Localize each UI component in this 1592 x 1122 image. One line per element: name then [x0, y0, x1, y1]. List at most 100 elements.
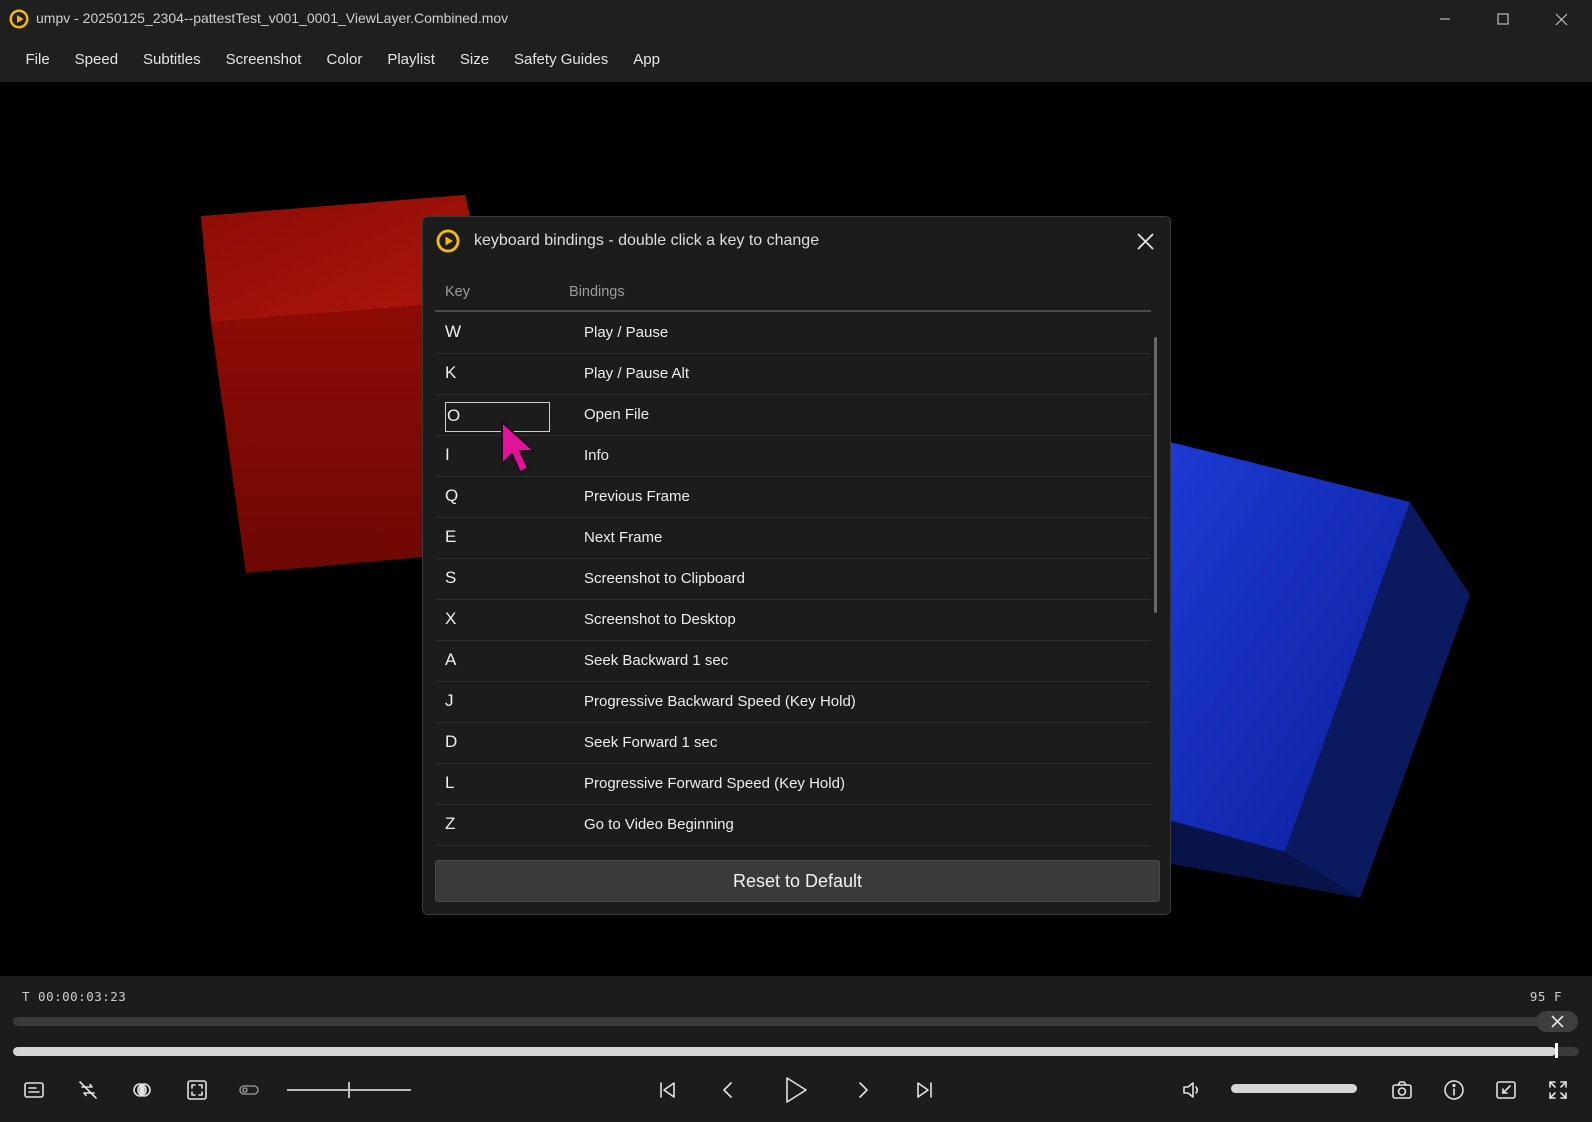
seek-bar-fill [13, 1047, 1556, 1056]
play-circle-icon [436, 229, 460, 253]
chevron-left-icon [723, 1082, 732, 1098]
color-blend-icon [133, 1083, 151, 1097]
menu-safety-guides[interactable]: Safety Guides [502, 38, 621, 82]
maximize-button[interactable] [1474, 0, 1532, 38]
dialog-close-button[interactable] [1130, 226, 1160, 256]
table-row[interactable]: Q Previous Frame [435, 477, 1151, 518]
timecode: T 00:00:03:23 [22, 989, 127, 1004]
key-cell[interactable]: I [445, 445, 450, 465]
binding-cell: Seek Backward 1 sec [584, 652, 729, 669]
toggle-button[interactable] [232, 1073, 266, 1107]
bindings-table-header: Key Bindings [435, 279, 1151, 312]
table-row[interactable]: I Info [435, 436, 1151, 477]
fit-frame-button[interactable] [180, 1073, 214, 1107]
seek-handle[interactable] [1555, 1043, 1558, 1058]
subtitles-button[interactable] [17, 1073, 51, 1107]
camera-icon [1392, 1081, 1412, 1099]
menu-size[interactable]: Size [447, 38, 501, 82]
volume-button[interactable] [1175, 1073, 1209, 1107]
column-header-key: Key [445, 284, 470, 300]
loop-off-button[interactable] [71, 1073, 105, 1107]
fullscreen-icon [1549, 1081, 1567, 1099]
key-cell[interactable]: E [445, 527, 456, 547]
frame-number: 95 F [1529, 989, 1562, 1004]
keyboard-bindings-dialog: keyboard bindings - double click a key t… [422, 216, 1171, 915]
play-button[interactable] [774, 1069, 816, 1111]
menu-color[interactable]: Color [314, 38, 375, 82]
screenshot-button[interactable] [1385, 1073, 1419, 1107]
title-bar: umpv - 20250125_2304--pattestTest_v001_0… [0, 0, 1592, 38]
dialog-title: keyboard bindings - double click a key t… [474, 232, 820, 249]
table-row[interactable]: D Seek Forward 1 sec [435, 723, 1151, 764]
key-cell[interactable]: J [445, 691, 454, 711]
info-icon [1444, 1080, 1464, 1100]
minimize-button[interactable] [1416, 0, 1474, 38]
table-row[interactable]: W Play / Pause [435, 313, 1151, 354]
menu-subtitles[interactable]: Subtitles [131, 38, 214, 82]
key-cell[interactable]: W [445, 322, 461, 342]
play-circle-icon [9, 9, 29, 29]
binding-cell: Info [584, 447, 610, 464]
key-cell[interactable]: X [445, 609, 456, 629]
toggle-icon [239, 1085, 259, 1095]
key-cell[interactable]: D [445, 732, 457, 752]
key-cell[interactable]: K [445, 363, 456, 383]
menu-app[interactable]: App [621, 38, 673, 82]
close-icon [1550, 1015, 1564, 1028]
skip-to-start-button[interactable] [650, 1073, 684, 1107]
key-cell[interactable]: L [445, 773, 454, 793]
binding-cell: Progressive Backward Speed (Key Hold) [584, 693, 856, 710]
binding-cell: Play / Pause [584, 324, 669, 341]
key-cell[interactable]: S [445, 568, 456, 588]
menu-bar: File Speed Subtitles Screenshot Color Pl… [0, 38, 1592, 82]
binding-cell: Screenshot to Clipboard [584, 570, 745, 587]
binding-cell: Go to Video Beginning [584, 816, 734, 833]
color-button[interactable] [125, 1073, 159, 1107]
table-row[interactable]: S Screenshot to Clipboard [435, 559, 1151, 600]
table-row[interactable]: O Open File [435, 395, 1151, 436]
binding-cell: Next Frame [584, 529, 663, 546]
minimize-icon [1440, 18, 1450, 20]
table-row[interactable]: Z Go to Video Beginning [435, 805, 1151, 846]
key-cell[interactable]: A [445, 650, 456, 670]
range-track[interactable] [13, 1017, 1543, 1026]
table-scrollbar[interactable] [1154, 337, 1157, 613]
speaker-icon [1183, 1082, 1199, 1098]
mouse-cursor-icon [501, 421, 535, 473]
info-button[interactable] [1437, 1073, 1471, 1107]
menu-playlist[interactable]: Playlist [375, 38, 448, 82]
skip-to-end-button[interactable] [908, 1073, 942, 1107]
key-cell[interactable]: Z [445, 814, 455, 834]
key-cell[interactable]: Q [445, 486, 458, 506]
clear-range-button[interactable] [1536, 1011, 1578, 1032]
loop-off-icon [79, 1081, 97, 1099]
window-title: umpv - 20250125_2304--pattestTest_v001_0… [36, 10, 509, 26]
table-row[interactable]: A Seek Backward 1 sec [435, 641, 1151, 682]
binding-cell: Open File [584, 406, 650, 423]
menu-speed[interactable]: Speed [62, 38, 130, 82]
next-frame-button[interactable] [846, 1073, 880, 1107]
skip-start-icon [660, 1082, 675, 1098]
skip-end-icon [917, 1082, 932, 1098]
zoom-slider-handle[interactable] [348, 1082, 350, 1098]
binding-cell: Play / Pause Alt [584, 365, 690, 382]
table-row[interactable]: J Progressive Backward Speed (Key Hold) [435, 682, 1151, 723]
subtitles-icon [24, 1082, 44, 1098]
frame-corners-icon [187, 1080, 207, 1100]
reset-to-default-button[interactable]: Reset to Default [435, 860, 1160, 902]
binding-cell: Progressive Forward Speed (Key Hold) [584, 775, 845, 792]
previous-frame-button[interactable] [711, 1073, 745, 1107]
table-row[interactable]: E Next Frame [435, 518, 1151, 559]
menu-file[interactable]: File [13, 38, 62, 82]
table-row[interactable]: L Progressive Forward Speed (Key Hold) [435, 764, 1151, 805]
picture-in-picture-button[interactable] [1489, 1073, 1523, 1107]
table-row[interactable]: X Screenshot to Desktop [435, 600, 1151, 641]
menu-screenshot[interactable]: Screenshot [213, 38, 314, 82]
close-window-button[interactable] [1532, 0, 1590, 38]
table-row[interactable]: K Play / Pause Alt [435, 354, 1151, 395]
volume-slider-fill [1231, 1084, 1357, 1093]
play-icon [786, 1077, 807, 1103]
pip-icon [1496, 1081, 1516, 1099]
binding-cell: Seek Forward 1 sec [584, 734, 718, 751]
fullscreen-button[interactable] [1541, 1073, 1575, 1107]
